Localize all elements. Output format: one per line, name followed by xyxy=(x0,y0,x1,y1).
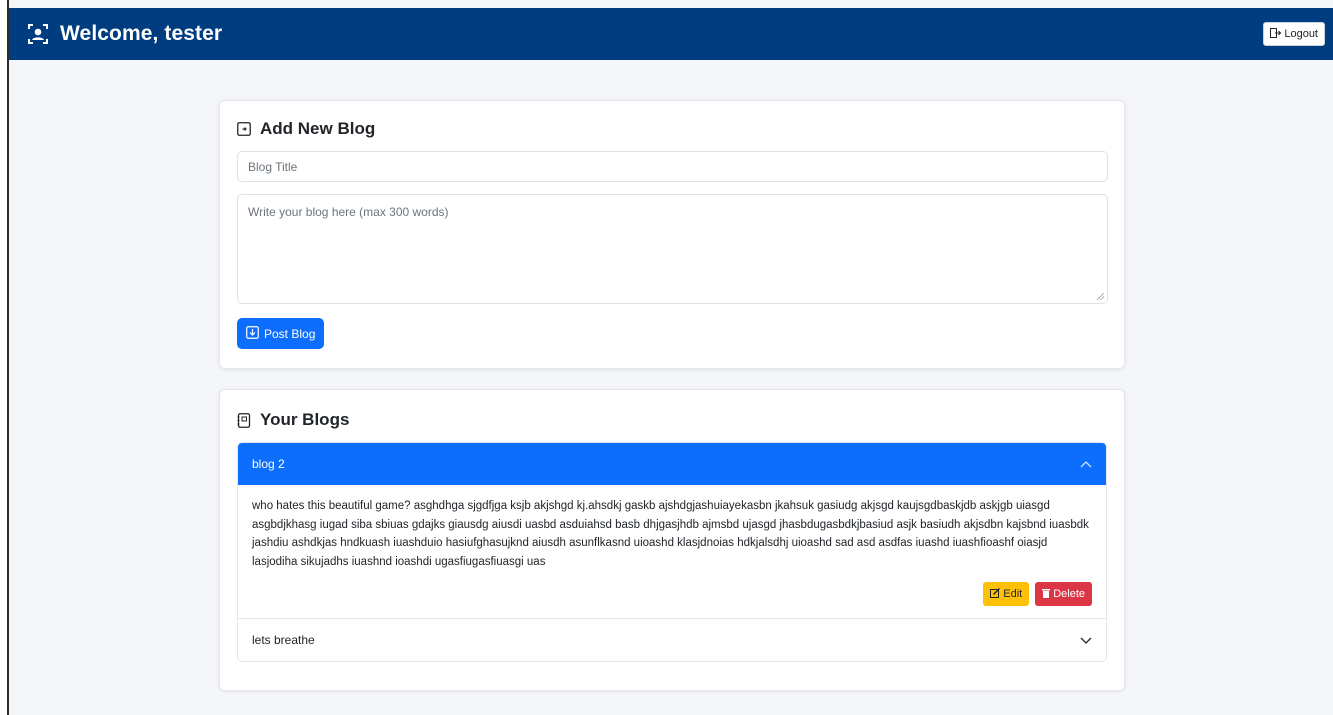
logout-label: Logout xyxy=(1284,28,1318,40)
navbar-brand: Welcome, tester xyxy=(26,22,222,46)
your-blogs-card: Your Blogs blog 2 who hates this beautif… xyxy=(219,389,1125,691)
trash-icon xyxy=(1042,588,1051,601)
blog-item-actions: Edit Delete xyxy=(252,582,1092,606)
logout-button[interactable]: Logout xyxy=(1263,22,1325,46)
blog-item-header[interactable]: blog 2 xyxy=(238,443,1106,485)
your-blogs-heading: Your Blogs xyxy=(237,410,1107,430)
resize-handle[interactable] xyxy=(1097,293,1104,300)
blog-content-textarea[interactable]: Write your blog here (max 300 words) xyxy=(237,194,1108,304)
delete-label: Delete xyxy=(1053,588,1085,600)
edit-icon xyxy=(990,587,1001,601)
blog-item-title: blog 2 xyxy=(252,457,285,471)
blog-item-content: who hates this beautiful game? asghdhga … xyxy=(252,500,1089,568)
blog-content-placeholder: Write your blog here (max 300 words) xyxy=(248,205,449,219)
add-blog-title: Add New Blog xyxy=(260,119,376,138)
blog-item-body: who hates this beautiful game? asghdhga … xyxy=(238,485,1106,619)
top-navbar: Welcome, tester Logout xyxy=(9,8,1333,60)
blog-item-title: lets breathe xyxy=(252,633,315,647)
add-square-icon xyxy=(237,122,252,137)
logout-icon xyxy=(1270,27,1282,41)
chevron-up-icon xyxy=(1080,457,1092,471)
journal-icon xyxy=(237,412,252,428)
post-blog-button[interactable]: Post Blog xyxy=(237,318,325,349)
user-badge-icon xyxy=(26,22,50,46)
chevron-down-icon xyxy=(1080,633,1092,647)
window-left-edge xyxy=(0,0,9,715)
blog-item-header[interactable]: lets breathe xyxy=(238,619,1106,661)
edit-label: Edit xyxy=(1003,588,1023,600)
post-icon xyxy=(246,325,259,342)
welcome-title: Welcome, tester xyxy=(60,22,223,45)
blog-title-placeholder: Blog Title xyxy=(248,159,298,174)
add-blog-card: Add New Blog Blog Title Write your blog … xyxy=(219,100,1125,369)
blogs-accordion: blog 2 who hates this beautiful game? as… xyxy=(237,442,1107,662)
blog-title-input[interactable]: Blog Title xyxy=(237,151,1108,182)
add-blog-heading: Add New Blog xyxy=(237,119,1107,139)
delete-button[interactable]: Delete xyxy=(1035,582,1092,606)
post-blog-label: Post Blog xyxy=(264,326,316,341)
edit-button[interactable]: Edit xyxy=(983,582,1030,606)
your-blogs-title: Your Blogs xyxy=(260,410,350,429)
